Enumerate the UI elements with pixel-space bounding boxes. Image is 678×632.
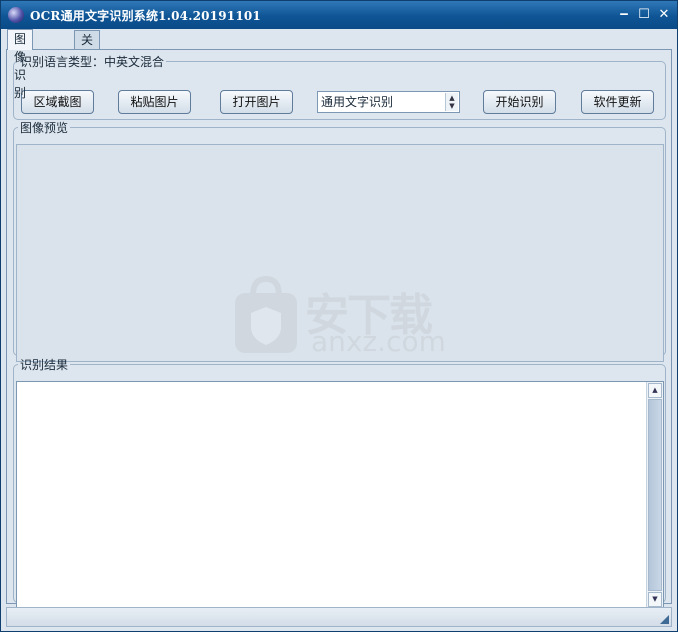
image-preview-area[interactable] xyxy=(16,144,664,362)
tab-about[interactable]: 关于 xyxy=(74,30,101,65)
result-label: 识别结果 xyxy=(20,358,69,372)
resize-grip-icon[interactable] xyxy=(660,615,669,624)
tab-panel: 识别语言类型：中英文混合 区域截图 粘贴图片 打开图片 通用文字识别 ▲ ▼ 开始… xyxy=(6,49,672,609)
language-type-label: 识别语言类型：中英文混合 xyxy=(20,55,165,69)
scroll-up-icon[interactable]: ▲ xyxy=(648,383,662,398)
result-textarea[interactable]: ▲ ▼ xyxy=(16,381,664,609)
region-capture-button[interactable]: 区域截图 xyxy=(21,90,94,114)
tab-image-recognition[interactable]: 图像识别 xyxy=(7,29,34,100)
maximize-icon[interactable]: ☐ xyxy=(635,6,653,24)
minimize-icon[interactable]: ‒ xyxy=(615,6,633,24)
app-window: OCR通用文字识别系统1.04.20191101 ‒ ☐ ✕ 图像识别 关于 识… xyxy=(0,0,678,632)
start-recognize-button[interactable]: 开始识别 xyxy=(483,90,556,114)
result-group: 识别结果 ▲ ▼ xyxy=(13,356,666,609)
spinner-arrows-icon[interactable]: ▲ ▼ xyxy=(445,93,458,111)
recognition-mode-select[interactable]: 通用文字识别 ▲ ▼ xyxy=(317,91,460,113)
software-update-button[interactable]: 软件更新 xyxy=(581,90,654,114)
window-title: OCR通用文字识别系统1.04.20191101 xyxy=(30,9,261,23)
scroll-thumb[interactable] xyxy=(648,399,662,591)
scroll-down-icon[interactable]: ▼ xyxy=(648,592,662,607)
recognition-mode-value: 通用文字识别 xyxy=(321,95,394,109)
preview-label: 图像预览 xyxy=(20,121,69,135)
paste-image-button[interactable]: 粘贴图片 xyxy=(118,90,191,114)
status-bar xyxy=(6,607,672,627)
preview-group: 图像预览 xyxy=(13,119,666,362)
title-bar[interactable]: OCR通用文字识别系统1.04.20191101 ‒ ☐ ✕ xyxy=(1,1,677,29)
result-scrollbar[interactable]: ▲ ▼ xyxy=(646,382,663,608)
close-icon[interactable]: ✕ xyxy=(655,6,673,24)
language-group: 识别语言类型：中英文混合 区域截图 粘贴图片 打开图片 通用文字识别 ▲ ▼ 开始… xyxy=(13,53,666,120)
app-icon xyxy=(8,7,24,23)
open-image-button[interactable]: 打开图片 xyxy=(220,90,293,114)
